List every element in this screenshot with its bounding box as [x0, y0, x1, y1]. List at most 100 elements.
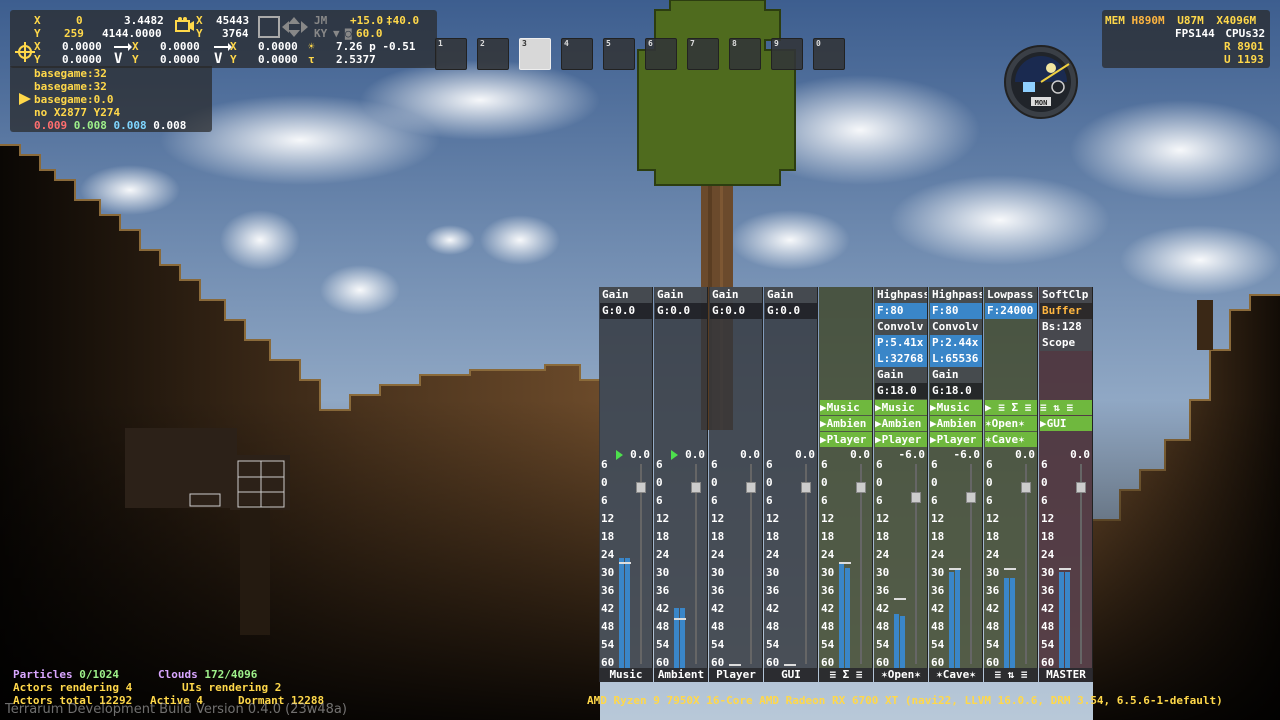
quickslot-2[interactable]: 2	[477, 38, 509, 70]
mixer-fx-cell[interactable]: L:65536	[930, 351, 982, 367]
mixer-send[interactable]: ▶ ≡ Σ ≡	[985, 400, 1037, 415]
svg-text:V: V	[214, 51, 223, 65]
mixer-fx-cell[interactable]: Highpass	[875, 287, 927, 303]
fader-knob[interactable]	[691, 482, 701, 493]
mixer-send[interactable]: ▶GUI	[1040, 416, 1092, 431]
mixer-channel-3: Gain G:0.0 0.0 6 0 6 12 18 24 30 36 42 48 54 60 GUI	[764, 287, 818, 682]
meter-scale-label: 54	[656, 638, 670, 651]
mixer-fx-cell[interactable]: Convolv	[930, 319, 982, 335]
quickslot-1[interactable]: 1	[435, 38, 467, 70]
mixer-send[interactable]: ✶Cave✶	[985, 432, 1037, 447]
fader-track	[1025, 464, 1027, 664]
mixer-fx-cell[interactable]: Bs:128	[1040, 319, 1092, 335]
mixer-send[interactable]: ▶Ambien	[820, 416, 872, 431]
fader-track	[750, 464, 752, 664]
mixer-send[interactable]: ✶Open✶	[985, 416, 1037, 431]
cam-y-label: Y	[196, 27, 203, 40]
quickslot-4[interactable]: 4	[561, 38, 593, 70]
mixer-channel-7: Lowpass F:24000 ▶ ≡ Σ ≡ ✶Open✶ ✶Cave✶ 0.0 6 0 6 1…	[984, 287, 1038, 682]
fader-knob[interactable]	[636, 482, 646, 493]
fader-knob[interactable]	[856, 482, 866, 493]
channel-gain-db: 0.0	[850, 448, 870, 461]
mixer-fx-cell[interactable]: SoftClp	[1040, 287, 1092, 303]
mixer-send[interactable]: ▶Player	[820, 432, 872, 447]
meter-scale-label: 42	[986, 602, 1000, 615]
mixer-send[interactable]: ▶Player	[930, 432, 982, 447]
quickslot-6[interactable]: 6	[645, 38, 677, 70]
mixer-fx-cell[interactable]: Gain	[930, 367, 982, 383]
fader-knob[interactable]	[1076, 482, 1086, 493]
quickslot-5[interactable]: 5	[603, 38, 635, 70]
meter-scale-label: 6	[766, 494, 773, 507]
mixer-channel-4: ▶Music ▶Ambien ▶Player 0.0 6 0 6 12 18 24 30 36 42 48…	[819, 287, 873, 682]
channel-name: ≡ ⇅ ≡	[984, 668, 1038, 682]
fader-knob[interactable]	[801, 482, 811, 493]
mixer-fx-cell[interactable]: G:0.0	[710, 303, 762, 319]
mixer-send[interactable]: ▶Ambien	[930, 416, 982, 431]
mixer-fx-cell[interactable]: Buffer	[1040, 303, 1092, 319]
quickslot-number: 4	[564, 39, 569, 48]
mixer-send[interactable]: ▶Music	[930, 400, 982, 415]
mixer-fx-cell[interactable]: F:80	[930, 303, 982, 319]
quickslot-8[interactable]: 8	[729, 38, 761, 70]
quickslot-number: 3	[522, 39, 527, 48]
meter-scale-label: 18	[1041, 530, 1055, 543]
mixer-fx-cell[interactable]: P:2.44x	[930, 335, 982, 351]
quickslot-9[interactable]: 9	[771, 38, 803, 70]
mixer-send[interactable]: ▶Ambien	[875, 416, 927, 431]
mixer-fx-cell[interactable]: G:18.0	[875, 383, 927, 399]
mixer-send[interactable]: ▶Player	[875, 432, 927, 447]
vel1-y-value: 0.0000	[160, 53, 200, 66]
quickslot-7[interactable]: 7	[687, 38, 719, 70]
play-icon[interactable]	[616, 450, 623, 460]
meter-scale-label: 42	[601, 602, 615, 615]
meter-scale-label: 54	[601, 638, 615, 651]
meter-scale-label: 18	[711, 530, 725, 543]
mixer-send[interactable]: ≡ ⇅ ≡	[1040, 400, 1092, 415]
peak-indicator	[625, 562, 631, 564]
mixer-fx-cell[interactable]: G:18.0	[930, 383, 982, 399]
fader-knob[interactable]	[1021, 482, 1031, 493]
level-meter-left	[839, 564, 844, 668]
mixer-fx-cell[interactable]: Gain	[710, 287, 762, 303]
mixer-fx-cell[interactable]: Gain	[655, 287, 707, 303]
play-icon[interactable]	[671, 450, 678, 460]
mixer-fx-cell[interactable]: G:0.0	[600, 303, 652, 319]
mixer-fx-cell[interactable]: Gain	[600, 287, 652, 303]
meter-scale-label: 36	[986, 584, 1000, 597]
meter-scale-label: 30	[876, 566, 890, 579]
meter-scale-label: 0	[931, 476, 938, 489]
mem-label: MEM	[1105, 14, 1125, 27]
fader-knob[interactable]	[746, 482, 756, 493]
channel-gain-db: -6.0	[898, 448, 926, 461]
mixer-fx-cell[interactable]: Lowpass	[985, 287, 1037, 303]
mixer-fx-cell[interactable]: F:24000	[985, 303, 1037, 319]
mixer-fx-cell[interactable]: Convolv	[875, 319, 927, 335]
meter-scale-label: 48	[986, 620, 1000, 633]
pos-y-tile: 259	[64, 27, 84, 40]
quickslot-3[interactable]: 3	[519, 38, 551, 70]
render-count: R 8901	[1224, 40, 1264, 53]
mixer-fx-cell[interactable]: Gain	[875, 367, 927, 383]
mixer-fx-cell[interactable]: G:0.0	[765, 303, 817, 319]
meter-scale-label: 6	[711, 458, 718, 471]
peak-indicator	[845, 562, 851, 564]
clouds-label: Clouds	[158, 668, 198, 681]
mixer-fx-cell[interactable]: Highpass	[930, 287, 982, 303]
mixer-fx-cell[interactable]: Gain	[765, 287, 817, 303]
fader-track	[860, 464, 862, 664]
mixer-send[interactable]: ▶Music	[875, 400, 927, 415]
mixer-fx-cell[interactable]: Scope	[1040, 335, 1092, 351]
channel-gain-db: 0.0	[630, 448, 650, 461]
level-meter-left	[894, 614, 899, 668]
fader-knob[interactable]	[911, 492, 921, 503]
quickslot-0[interactable]: 0	[813, 38, 845, 70]
mixer-fx-cell[interactable]: G:0.0	[655, 303, 707, 319]
mixer-fx-cell[interactable]: P:5.41x	[875, 335, 927, 351]
meter-scale-label: 6	[711, 494, 718, 507]
mixer-send[interactable]: ▶Music	[820, 400, 872, 415]
meter-scale-label: 60	[1041, 656, 1055, 669]
mixer-fx-cell[interactable]: L:32768	[875, 351, 927, 367]
mixer-fx-cell[interactable]: F:80	[875, 303, 927, 319]
fader-knob[interactable]	[966, 492, 976, 503]
